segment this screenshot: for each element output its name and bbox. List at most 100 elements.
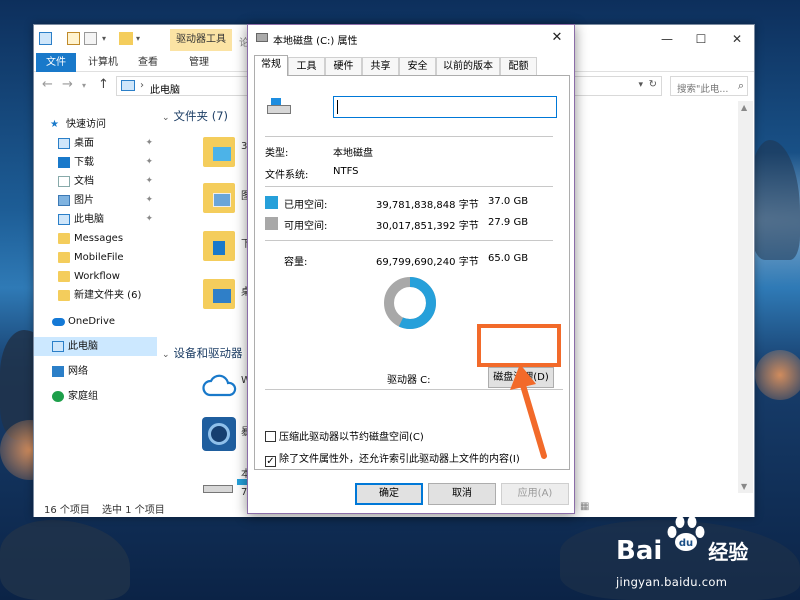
collapse-caret-icon[interactable]: ⌄ — [162, 350, 170, 360]
download-icon — [213, 241, 225, 255]
large-icons-view-icon[interactable]: ▦ — [580, 501, 589, 512]
properties-icon[interactable] — [67, 32, 80, 45]
folders-group-header[interactable]: ⌄ 文件夹 (7) — [162, 108, 228, 124]
nav-item-downloads[interactable]: 下载 ✦ — [34, 153, 157, 172]
tab-quota[interactable]: 配额 — [500, 57, 537, 76]
scroll-up-icon[interactable]: ▲ — [741, 103, 747, 112]
tab-general[interactable]: 常规 — [254, 55, 288, 76]
free-space-label: 可用空间: — [284, 221, 328, 232]
tab-tools[interactable]: 工具 — [288, 57, 325, 76]
search-icon[interactable]: ⌕ — [738, 79, 744, 93]
pin-icon[interactable]: ✦ — [145, 210, 153, 229]
forward-arrow-icon[interactable]: → — [62, 77, 73, 92]
navigation-pane: ★ 快速访问 桌面 ✦ 下载 ✦ 文档 ✦ 图片 ✦ 此电脑 ✦ Message… — [34, 101, 157, 493]
ok-button[interactable]: 确定 — [355, 483, 423, 505]
folder-icon — [119, 32, 133, 45]
tab-sharing[interactable]: 共享 — [362, 57, 399, 76]
tab-security[interactable]: 安全 — [399, 57, 436, 76]
disk-usage-donut — [384, 277, 436, 329]
new-document-icon[interactable] — [84, 32, 97, 45]
tab-computer[interactable]: 计算机 — [82, 53, 124, 72]
up-arrow-icon[interactable]: ↑ — [98, 77, 109, 92]
devices-group-header[interactable]: ⌄ 设备和驱动器 — [162, 345, 243, 361]
capacity-label: 容量: — [284, 257, 308, 268]
minimize-button[interactable]: — — [652, 29, 682, 49]
document-icon — [58, 176, 70, 187]
cloud-icon — [202, 374, 237, 397]
tab-view[interactable]: 查看 — [130, 53, 166, 72]
close-button[interactable]: ✕ — [722, 29, 752, 49]
tab-previous-versions[interactable]: 以前的版本 — [436, 57, 500, 76]
scroll-down-icon[interactable]: ▼ — [741, 482, 747, 491]
selection-count: 选中 1 个项目 — [102, 505, 165, 516]
nav-item-this-pc-pinned[interactable]: 此电脑 ✦ — [34, 210, 157, 229]
pin-icon[interactable]: ✦ — [145, 172, 153, 191]
nav-homegroup[interactable]: 家庭组 — [34, 387, 157, 406]
nav-item-new-folder[interactable]: 新建文件夹 (6) — [34, 286, 157, 305]
tab-manage[interactable]: 管理 — [176, 53, 222, 72]
nav-item-mobilefile[interactable]: MobileFile — [34, 248, 157, 267]
cancel-button[interactable]: 取消 — [428, 483, 496, 505]
compress-drive-option[interactable]: 压缩此驱动器以节约磁盘空间(C) — [265, 428, 424, 443]
customize-toolbar-icon[interactable]: ▾ — [136, 32, 149, 45]
pin-icon[interactable]: ✦ — [145, 191, 153, 210]
index-drive-option[interactable]: ✓ 除了文件属性外，还允许索引此驱动器上文件的内容(I) — [265, 450, 520, 467]
baidu-jingyan-watermark: du Bai 经验 jingyan.baidu.com — [608, 512, 798, 598]
nav-label: 网络 — [68, 366, 88, 377]
network-icon — [52, 366, 64, 377]
maximize-button[interactable]: ☐ — [686, 29, 716, 49]
nav-item-workflow[interactable]: Workflow — [34, 267, 157, 286]
pin-icon[interactable]: ✦ — [145, 153, 153, 172]
nav-network[interactable]: 网络 — [34, 362, 157, 381]
folder-3d-objects[interactable] — [203, 137, 235, 167]
watermark-brand-tail: 经验 — [708, 540, 749, 564]
type-value: 本地磁盘 — [333, 148, 373, 159]
tab-hardware[interactable]: 硬件 — [325, 57, 362, 76]
nav-quick-access[interactable]: ★ 快速访问 — [34, 115, 157, 134]
nav-item-desktop[interactable]: 桌面 ✦ — [34, 134, 157, 153]
quick-access-dropdown-icon[interactable]: ▾ — [102, 32, 115, 45]
drive-tools-context-tab[interactable]: 驱动器工具 — [170, 29, 232, 51]
search-input[interactable]: 搜索"此电... ⌕ — [670, 76, 748, 96]
nav-label: 图片 — [74, 195, 94, 206]
recent-locations-icon[interactable]: ▾ — [82, 81, 86, 90]
collapse-caret-icon[interactable]: ⌄ — [162, 113, 170, 123]
dialog-close-button[interactable]: ✕ — [546, 28, 568, 48]
folder-icon — [58, 252, 70, 263]
media-device-item[interactable] — [202, 417, 236, 451]
refresh-icon[interactable]: ↻ — [649, 79, 657, 90]
search-placeholder: 搜索"此电... — [677, 84, 729, 95]
nav-item-documents[interactable]: 文档 ✦ — [34, 172, 157, 191]
watermark-url: jingyan.baidu.com — [616, 575, 728, 589]
folder-downloads[interactable] — [203, 231, 235, 261]
cloud-drive-item[interactable] — [202, 373, 238, 399]
breadcrumb-this-pc[interactable]: 此电脑 — [150, 81, 180, 96]
tab-file[interactable]: 文件 — [36, 53, 76, 72]
back-arrow-icon[interactable]: ← — [42, 77, 53, 92]
globe-icon — [208, 423, 230, 445]
index-checkbox[interactable]: ✓ — [265, 456, 276, 467]
nav-item-messages[interactable]: Messages — [34, 229, 157, 248]
pin-icon[interactable]: ✦ — [145, 134, 153, 153]
address-dropdown-icon[interactable]: ▾ — [638, 80, 643, 90]
nav-this-pc[interactable]: 此电脑 — [34, 337, 157, 356]
text-caret — [337, 100, 338, 114]
dialog-tabs: 常规 工具 硬件 共享 安全 以前的版本 配额 — [254, 55, 570, 76]
volume-name-input[interactable] — [333, 96, 557, 118]
folder-desktop[interactable] — [203, 279, 235, 309]
nav-label: 快速访问 — [66, 119, 106, 130]
free-space-gb: 27.9 GB — [488, 217, 529, 228]
star-icon: ★ — [50, 119, 59, 130]
nav-onedrive[interactable]: OneDrive — [34, 312, 157, 331]
folder-pictures[interactable] — [203, 183, 235, 213]
apply-button[interactable]: 应用(A) — [501, 483, 569, 505]
type-label: 类型: — [265, 148, 289, 159]
vertical-scrollbar[interactable]: ▲ ▼ — [738, 101, 753, 493]
nav-label: 家庭组 — [68, 391, 98, 402]
nav-label: Workflow — [74, 271, 120, 282]
wallpaper-glow — [755, 350, 800, 400]
nav-item-pictures[interactable]: 图片 ✦ — [34, 191, 157, 210]
nav-label: Messages — [74, 233, 124, 244]
compress-checkbox[interactable] — [265, 431, 276, 442]
drive-icon[interactable] — [203, 485, 233, 493]
